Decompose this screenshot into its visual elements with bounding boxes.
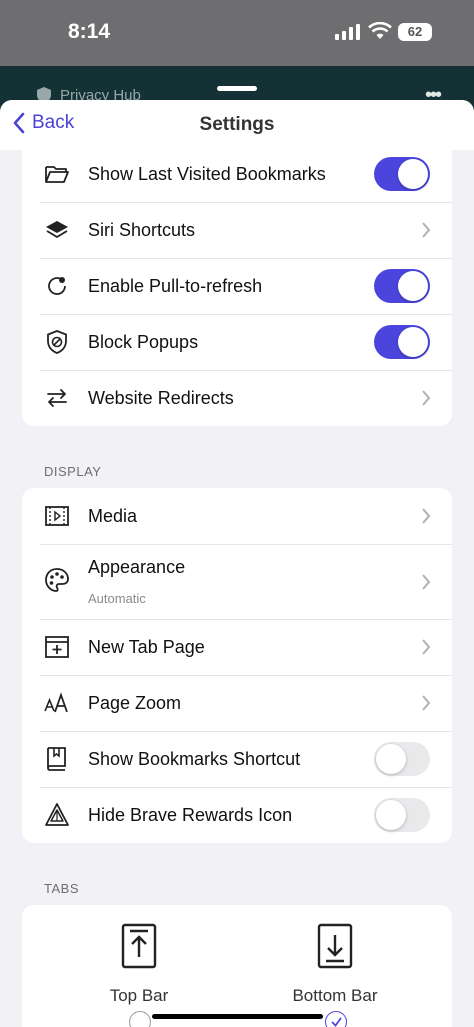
chevron-right-icon [422,573,431,590]
row-subtitle: Automatic [88,591,146,606]
row-show-bookmarks-shortcut[interactable]: Show Bookmarks Shortcut [22,731,452,787]
chevron-right-icon [422,508,431,524]
chevron-right-icon [422,639,431,655]
tab-option-label: Top Bar [109,986,169,1005]
status-bar: 8:14 62 [0,0,474,66]
show-bookmarks-shortcut-toggle[interactable] [374,742,430,776]
toggle-knob [398,327,428,357]
sheet-grabber[interactable] [217,86,257,91]
tab-bar-position-group: Top Bar Bottom Bar [22,905,452,1027]
display-settings-group: Media Appearance Automatic New Tab Page … [22,488,452,843]
top-bar-icon [121,923,157,969]
general-settings-group: Show Last Visited Bookmarks Siri Shortcu… [22,146,452,426]
row-label: Media [88,505,138,526]
media-film-icon [44,503,70,529]
bottom-bar-radio[interactable] [325,1011,347,1027]
top-bar-radio[interactable] [129,1011,151,1027]
show-last-visited-bookmarks-toggle[interactable] [374,157,430,191]
row-media[interactable]: Media [22,488,452,544]
row-appearance[interactable]: Appearance Automatic [22,544,452,619]
row-siri-shortcuts[interactable]: Siri Shortcuts [22,202,452,258]
bookmark-book-icon [44,746,70,772]
row-page-zoom[interactable]: Page Zoom [22,675,452,731]
home-indicator [152,1014,323,1019]
bottom-bar-icon [317,923,353,969]
enable-pull-to-refresh-toggle[interactable] [374,269,430,303]
row-new-tab-page[interactable]: New Tab Page [22,619,452,675]
row-label: Siri Shortcuts [88,219,196,240]
row-show-last-visited-bookmarks[interactable]: Show Last Visited Bookmarks [22,146,452,202]
tab-option-bottom-bar[interactable]: Bottom Bar [275,923,395,1027]
battery-indicator: 62 [398,23,432,41]
new-tab-icon [44,634,70,660]
toggle-knob [398,271,428,301]
row-label: Page Zoom [88,692,182,713]
row-label: Show Last Visited Bookmarks [88,163,326,184]
arrows-swap-icon [44,385,70,411]
row-label: Block Popups [88,331,199,352]
row-enable-pull-to-refresh[interactable]: Enable Pull-to-refresh [22,258,452,314]
row-block-popups[interactable]: Block Popups [22,314,452,370]
palette-icon [44,567,70,593]
hide-brave-rewards-icon-toggle[interactable] [374,798,430,832]
folder-icon [44,161,70,187]
row-label: Website Redirects [88,387,234,408]
tab-option-label: Bottom Bar [292,986,378,1005]
row-label: Appearance [88,557,186,577]
refresh-icon [44,273,70,299]
chevron-right-icon [422,390,431,406]
wifi-icon [368,21,392,45]
shield-block-icon [44,329,70,355]
settings-sheet: Back Settings Show Last Visited Bookmark… [0,100,474,1027]
chevron-right-icon [422,222,431,238]
rewards-triangle-icon [44,802,70,828]
row-label: Show Bookmarks Shortcut [88,748,301,769]
toggle-knob [376,744,406,774]
checkmark-icon [330,1017,342,1027]
display-section-header: DISPLAY [44,464,102,479]
layers-icon [44,217,70,243]
block-popups-toggle[interactable] [374,325,430,359]
row-label: New Tab Page [88,636,205,657]
navigation-bar: Back Settings [0,100,474,150]
text-size-icon [44,690,70,716]
toggle-knob [376,800,406,830]
page-title: Settings [199,114,275,135]
tabs-section-header: TABS [44,881,79,896]
row-hide-brave-rewards-icon[interactable]: Hide Brave Rewards Icon [22,787,452,843]
cellular-signal-icon [335,24,361,45]
chevron-right-icon [422,695,431,711]
row-website-redirects[interactable]: Website Redirects [22,370,452,426]
status-time: 8:14 [68,20,111,43]
toggle-knob [398,159,428,189]
tab-option-top-bar[interactable]: Top Bar [79,923,199,1027]
row-label: Hide Brave Rewards Icon [88,804,293,825]
row-label: Enable Pull-to-refresh [88,275,263,296]
